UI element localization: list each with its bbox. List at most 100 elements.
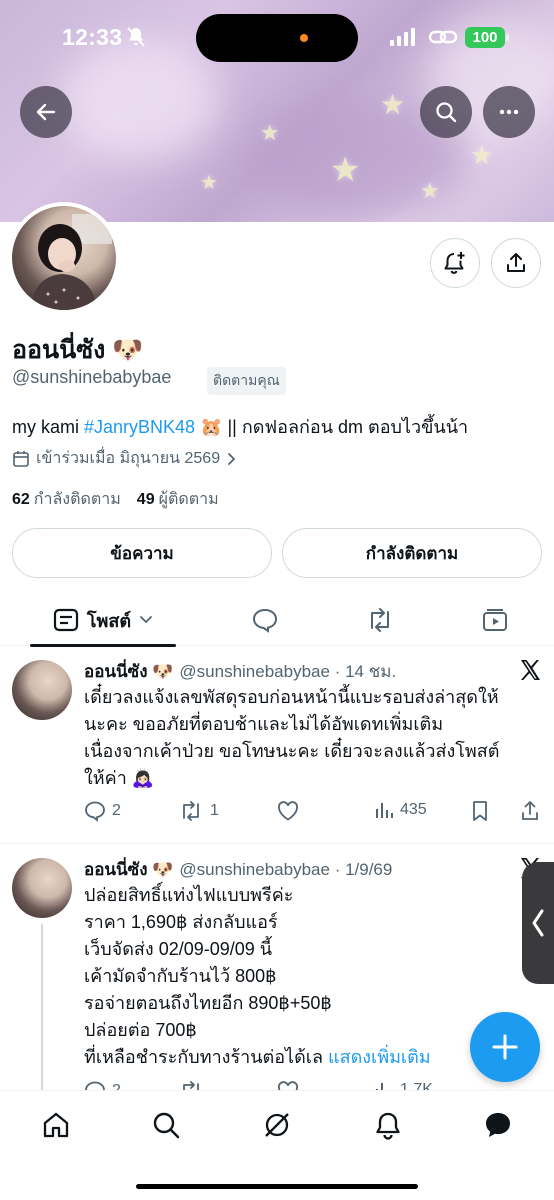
post-avatar[interactable]: [12, 660, 72, 720]
back-button[interactable]: [20, 86, 72, 138]
post-text-line: เว็บจัดส่ง 02/09-09/09 นี้: [84, 939, 273, 959]
repost-action[interactable]: 1: [178, 800, 219, 822]
tab-reposts[interactable]: [355, 594, 405, 646]
repost-icon: [183, 801, 199, 821]
display-name: ออนนี่ซัง 🐶: [12, 336, 144, 364]
like-icon: [277, 801, 299, 821]
bell-plus-icon: [444, 252, 465, 274]
followers-count: 49: [136, 491, 155, 508]
post-text: เดี๋ยวลงแจ้งเลขพัสดุรอบก่อนหน้านี้แบะรอบ…: [84, 684, 544, 792]
post-author-name: ออนนี่ซัง 🐶: [84, 662, 174, 681]
search-icon: [436, 102, 457, 123]
back-arrow-icon: [36, 103, 56, 121]
views-count: 435: [400, 801, 427, 818]
reply-count: 2: [112, 802, 121, 819]
repost-icon: [371, 608, 389, 632]
bio-hashtag-link[interactable]: #JanryBNK48: [84, 417, 195, 437]
dynamic-island: [196, 14, 358, 62]
following-stat[interactable]: 62 กำลังติดตาม: [12, 487, 121, 512]
chevron-down-icon: [140, 616, 153, 624]
home-icon: [43, 1112, 69, 1138]
thread-line: [41, 924, 43, 1091]
post-text-line: เดี๋ยวลงแจ้งเลขพัสดุรอบก่อนหน้านี้แบะรอบ…: [84, 687, 499, 707]
chevron-left-icon: [532, 909, 544, 937]
bookmark-action[interactable]: [470, 800, 490, 822]
media-icon: [483, 609, 507, 631]
signal-icon: [390, 28, 415, 46]
follows-you-badge: ติดตามคุณ: [207, 367, 286, 395]
following-button[interactable]: กำลังติดตาม: [282, 528, 542, 578]
nav-messages[interactable]: [482, 1109, 514, 1141]
share-action[interactable]: [520, 800, 540, 822]
plus-icon: [492, 1034, 518, 1060]
tab-posts[interactable]: โพสต์: [30, 594, 176, 647]
following-label: กำลังติดตาม: [33, 491, 121, 508]
reply-action[interactable]: 2: [84, 800, 121, 822]
message-button[interactable]: ข้อความ: [12, 528, 272, 578]
views-icon: [376, 803, 393, 818]
repost-count: 1: [210, 802, 219, 819]
like-action[interactable]: [276, 800, 300, 822]
nav-explore[interactable]: [150, 1109, 182, 1141]
x-logo-icon: [521, 660, 540, 680]
nav-grok[interactable]: [261, 1109, 293, 1141]
more-button[interactable]: [483, 86, 535, 138]
post-text-line: รอจ่ายตอนถึงไทยอีก 890฿+50฿: [84, 993, 332, 1013]
tab-replies[interactable]: [240, 594, 290, 646]
follow-stats: 62 กำลังติดตาม 49 ผู้ติดตาม: [12, 487, 219, 512]
bio-text-prefix: my kami: [12, 417, 84, 437]
joined-text: เข้าร่วมเมื่อ มิถุนายน 2569: [36, 450, 221, 467]
avatar: [12, 206, 116, 310]
post-time: · 14 ชม.: [334, 662, 397, 681]
followers-stat[interactable]: 49 ผู้ติดตาม: [137, 487, 219, 512]
post-actions: 2 1 435: [84, 800, 544, 830]
bookmark-icon: [473, 801, 487, 821]
profile-bio: my kami #JanryBNK48 🐹 || กดฟอลก่อน dm ตอ…: [12, 412, 468, 441]
nav-notifications[interactable]: [372, 1109, 404, 1141]
search-button[interactable]: [420, 86, 472, 138]
post-header: ออนนี่ซัง 🐶 @sunshinebabybae · 14 ชม.: [84, 658, 396, 685]
notifications-icon: [376, 1112, 400, 1140]
post-text-line: นะคะ ขออภัยที่ตอบช้าและไม่ได้อัพเดทเพิ่ม…: [84, 714, 444, 734]
bell-off-icon: [127, 27, 145, 47]
reply-icon: [252, 608, 278, 633]
post-text-line: ให้ค่า 🙇🏻‍♀️: [84, 768, 155, 788]
nav-home[interactable]: [40, 1109, 72, 1141]
post-avatar[interactable]: [12, 858, 72, 918]
post-item[interactable]: ออนนี่ซัง 🐶 @sunshinebabybae · 14 ชม. เดี…: [0, 648, 554, 844]
chevron-right-icon: [228, 452, 236, 465]
views-action[interactable]: 435: [374, 800, 427, 820]
profile-tabs: โพสต์: [0, 594, 554, 647]
reply-icon: [85, 801, 105, 822]
explore-icon: [153, 1112, 180, 1139]
post-time: · 1/9/69: [334, 860, 393, 879]
profile-avatar[interactable]: [8, 202, 120, 314]
notify-button[interactable]: [430, 238, 480, 288]
share-icon: [522, 801, 538, 820]
post-author-handle: @sunshinebabybae: [179, 662, 330, 681]
side-panel-handle[interactable]: [522, 862, 554, 984]
post-text-line: ราคา 1,690฿ ส่งกลับแอร์: [84, 912, 278, 932]
tab-media[interactable]: [470, 594, 520, 646]
posts-icon: [53, 608, 78, 632]
tab-posts-label: โพสต์: [86, 610, 132, 631]
followers-label: ผู้ติดตาม: [158, 491, 219, 508]
home-indicator: [136, 1184, 418, 1189]
status-bar: 12:33 100: [0, 0, 554, 76]
post-header: ออนนี่ซัง 🐶 @sunshinebabybae · 1/9/69: [84, 856, 392, 883]
calendar-icon: [13, 450, 29, 467]
messages-icon: [486, 1113, 510, 1137]
post-text-line: เนื่องจากเค้าป่วย ขอโทษนะคะ เดี๋ยวจะลงแล…: [84, 741, 500, 761]
show-more-link[interactable]: แสดงเพิ่มเติม: [328, 1047, 431, 1067]
bio-text-suffix: 🐹 || กดฟอลก่อน dm ตอบไวขึ้นน้า: [195, 417, 469, 437]
post-text-line: ปล่อยสิทธิ์แท่งไฟแบบพรีค่ะ: [84, 885, 294, 905]
more-icon: [499, 109, 519, 115]
following-count: 62: [12, 491, 30, 508]
profile-handle: @sunshinebabybae: [12, 367, 172, 387]
post-author-name: ออนนี่ซัง 🐶: [84, 860, 174, 879]
share-button[interactable]: [491, 238, 541, 288]
share-icon: [507, 253, 525, 272]
joined-date[interactable]: เข้าร่วมเมื่อ มิถุนายน 2569: [12, 446, 238, 471]
compose-button[interactable]: [470, 1012, 540, 1082]
post-author-handle: @sunshinebabybae: [179, 860, 330, 879]
